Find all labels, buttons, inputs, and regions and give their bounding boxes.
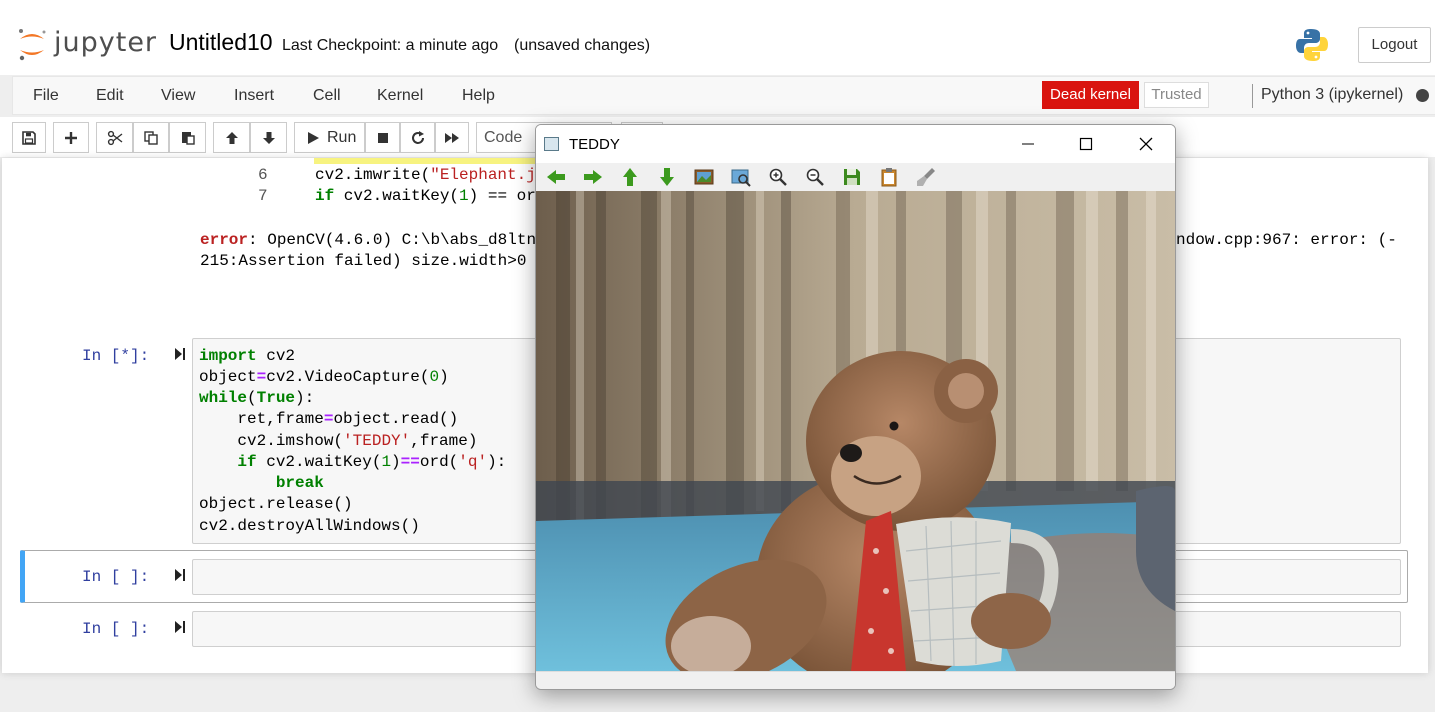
teddy-window[interactable]: TEDDY [535,124,1176,690]
menubar: File Edit View Insert Cell Kernel Help [12,76,1435,115]
restart-kernel-button[interactable] [400,122,435,153]
pan-right-icon[interactable] [583,167,603,187]
code-line: ret,frame=object.read() [199,410,459,428]
cell-prompt: In [ ]: [82,568,150,586]
jupyter-logo-text[interactable]: jupyter [54,27,157,58]
paste-icon [181,131,195,145]
menu-edit[interactable]: Edit [96,87,124,105]
cell-prompt: In [ ]: [82,620,150,638]
stop-icon [377,132,388,143]
close-button[interactable] [1118,125,1174,163]
run-button[interactable]: Run [294,122,365,153]
code-line: object.release() [199,495,353,513]
window-statusbar [536,671,1175,689]
copy-to-clipboard-icon[interactable] [879,167,899,187]
restart-run-all-button[interactable] [435,122,469,153]
save-icon [22,130,36,145]
minimize-icon [1022,143,1034,145]
run-cell-icon[interactable] [174,347,186,361]
menu-kernel[interactable]: Kernel [377,87,423,105]
move-down-button[interactable] [250,122,287,153]
error-output-line-continued: ndow.cpp:967: error: (- [1176,231,1397,249]
line-number: 7 [258,187,268,205]
restart-icon [411,130,424,144]
maximize-button[interactable] [1058,125,1114,163]
zoom-original-icon[interactable] [694,167,714,187]
pan-left-icon[interactable] [546,167,566,187]
menu-help[interactable]: Help [462,87,495,105]
insert-cell-button[interactable] [53,122,89,153]
code-line: cv2.imwrite("Elephant.j [315,166,536,184]
line-number: 6 [258,166,268,184]
minimize-button[interactable] [1000,125,1056,163]
window-app-icon [544,137,559,151]
code-line: if cv2.waitKey(1)==ord('q'): [237,453,507,471]
window-title: TEDDY [569,136,620,153]
opencv-toolbar [536,163,1175,191]
zoom-in-icon[interactable] [768,167,788,187]
kernel-separator [1252,84,1253,108]
webcam-frame-image[interactable] [536,191,1175,671]
code-line: if cv2.waitKey(1) == or [315,187,536,205]
properties-brush-icon[interactable] [916,167,936,187]
logout-button[interactable]: Logout [1358,27,1431,63]
code-line: while(True): [199,389,315,407]
save-button[interactable] [12,122,46,153]
run-cell-icon[interactable] [174,568,186,582]
jupyter-logo-icon[interactable] [16,26,48,62]
play-icon [308,131,319,144]
notebook-header: jupyter Untitled10 Last Checkpoint: a mi… [0,0,1435,75]
arrow-up-icon [225,131,238,144]
error-output-line: 215:Assertion failed) size.width>0 [200,252,527,270]
code-line: break [275,474,324,492]
dead-kernel-indicator[interactable]: Dead kernel [1042,81,1139,109]
move-up-button[interactable] [213,122,250,153]
paste-button[interactable] [169,122,206,153]
plus-icon [65,131,77,144]
menu-insert[interactable]: Insert [234,87,274,105]
code-line: object=cv2.VideoCapture(0) [199,368,449,386]
pan-down-icon[interactable] [657,167,677,187]
code-line: cv2.destroyAllWindows() [199,517,420,535]
copy-icon [144,130,158,145]
arrow-down-icon [262,131,275,144]
zoom-fit-icon[interactable] [731,167,751,187]
interrupt-kernel-button[interactable] [365,122,400,153]
close-icon [1139,137,1153,151]
copy-button[interactable] [133,122,169,153]
kernel-name: Python 3 (ipykernel) [1261,86,1404,103]
cell-prompt: In [*]: [82,347,150,365]
pan-up-icon[interactable] [620,167,640,187]
kernel-busy-indicator-icon [1416,89,1429,102]
code-line: cv2.imshow('TEDDY',frame) [199,432,478,450]
maximize-icon [1079,137,1093,151]
error-output-line: error: OpenCV(4.6.0) C:\b\abs_d8ltn [200,231,537,249]
scissors-icon [107,130,122,145]
run-cell-icon[interactable] [174,620,186,634]
menu-file[interactable]: File [33,87,59,105]
notebook-title[interactable]: Untitled10 [169,29,273,56]
window-titlebar[interactable]: TEDDY [536,125,1175,163]
trusted-indicator[interactable]: Trusted [1144,82,1209,108]
python-logo-icon [1296,29,1328,61]
save-image-icon[interactable] [842,167,862,187]
highlighted-line-fragment [314,158,544,164]
code-line: import cv2 [199,347,296,365]
zoom-out-icon[interactable] [805,167,825,187]
menu-view[interactable]: View [161,87,195,105]
teddy-bear-photo [536,191,1175,671]
fast-forward-icon [445,132,459,143]
checkpoint-status: Last Checkpoint: a minute ago [282,37,499,54]
menu-cell[interactable]: Cell [313,87,341,105]
cut-button[interactable] [96,122,133,153]
run-label: Run [327,128,357,146]
autosave-status: (unsaved changes) [514,37,651,54]
